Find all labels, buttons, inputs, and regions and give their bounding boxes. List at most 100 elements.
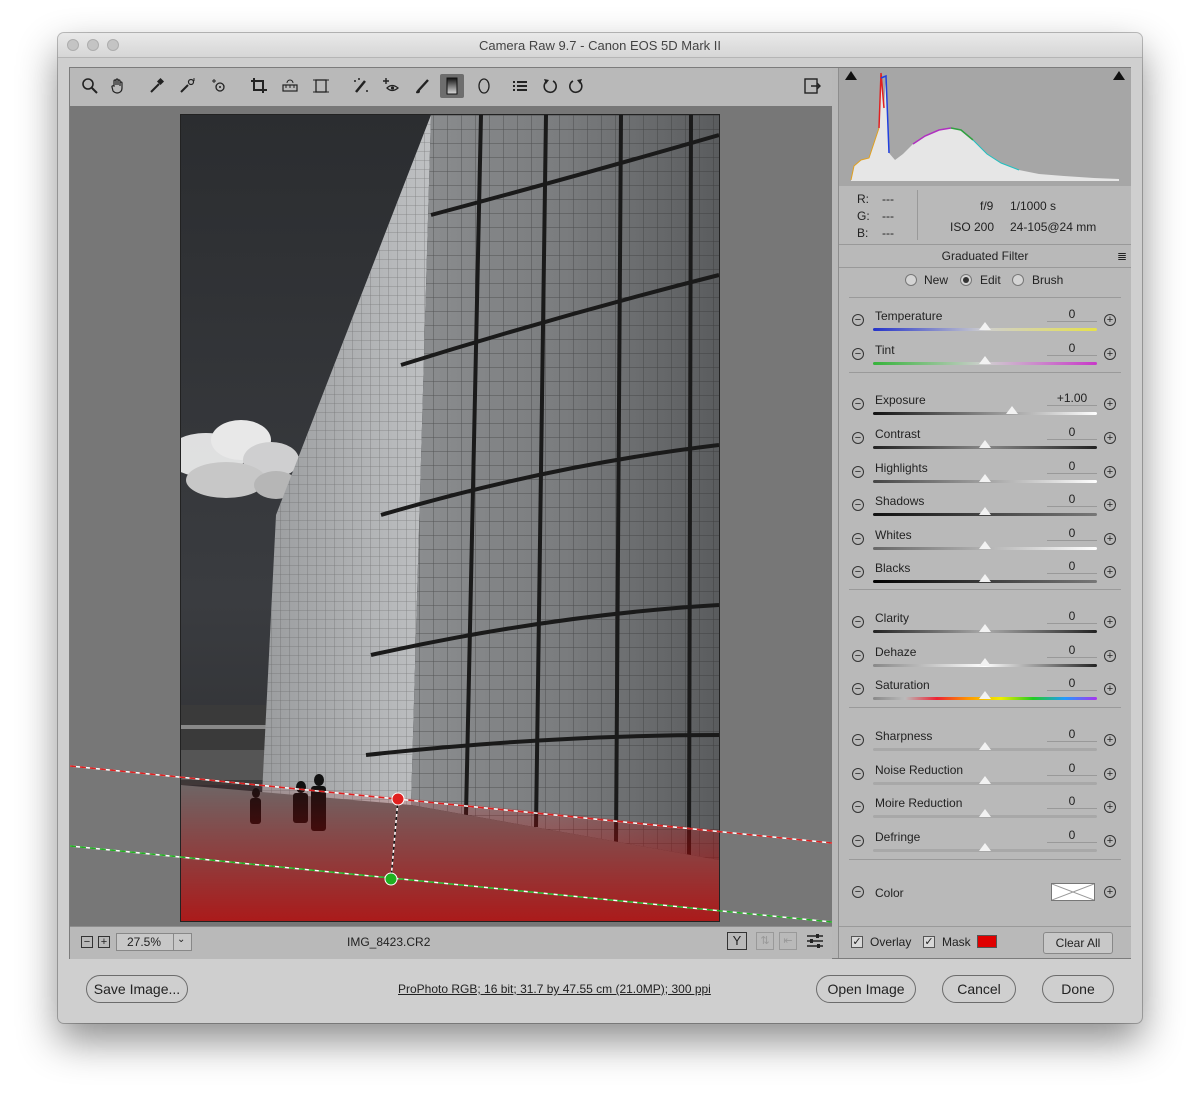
temperature-minus-icon[interactable]: − [852,314,864,326]
whites-value[interactable]: 0 [1047,526,1097,541]
tint-minus-icon[interactable]: − [852,348,864,360]
zoom-out-button[interactable]: − [81,936,93,948]
sharpness-minus-icon[interactable]: − [852,734,864,746]
dehaze-plus-icon[interactable]: + [1104,650,1116,662]
toggle-settings-icon[interactable] [806,932,824,950]
overlay-checkbox[interactable]: ✓ [851,936,863,948]
clarity-plus-icon[interactable]: + [1104,616,1116,628]
straighten-icon[interactable] [280,76,300,96]
color-swatch[interactable] [1051,883,1095,901]
saturation-minus-icon[interactable]: − [852,683,864,695]
rotate-left-icon[interactable] [540,76,560,96]
sharpness-value[interactable]: 0 [1047,727,1097,742]
exposure-plus-icon[interactable]: + [1104,398,1116,410]
blacks-plus-icon[interactable]: + [1104,566,1116,578]
adjustment-brush-icon[interactable] [413,76,433,96]
fullscreen-icon[interactable] [802,76,822,96]
defringe-minus-icon[interactable]: − [852,835,864,847]
saturation-value[interactable]: 0 [1047,676,1097,691]
moire-reduction-plus-icon[interactable]: + [1104,801,1116,813]
color-plus-icon[interactable]: + [1104,886,1116,898]
graduated-filter-overlay[interactable] [70,106,832,926]
clear-all-button[interactable]: Clear All [1043,932,1113,954]
mask-color-swatch[interactable] [977,935,997,948]
preferences-icon[interactable] [510,76,530,96]
spot-removal-icon[interactable] [351,76,371,96]
mask-checkbox[interactable]: ✓ [923,936,935,948]
noise-reduction-value[interactable]: 0 [1047,761,1097,776]
exposure-track[interactable] [873,412,1097,415]
shadows-value[interactable]: 0 [1047,492,1097,507]
noise-reduction-plus-icon[interactable]: + [1104,768,1116,780]
mode-edit-radio[interactable] [960,274,972,286]
shadows-minus-icon[interactable]: − [852,499,864,511]
dehaze-value[interactable]: 0 [1047,643,1097,658]
tint-thumb[interactable] [979,356,991,364]
defringe-plus-icon[interactable]: + [1104,835,1116,847]
moire-reduction-minus-icon[interactable]: − [852,801,864,813]
white-balance-icon[interactable] [147,76,167,96]
transform-icon[interactable] [311,76,331,96]
zoom-level-select[interactable]: 27.5% ⌄ [116,933,192,951]
contrast-plus-icon[interactable]: + [1104,432,1116,444]
mode-brush-radio[interactable] [1012,274,1024,286]
saturation-plus-icon[interactable]: + [1104,683,1116,695]
targeted-adjustment-icon[interactable] [209,76,229,96]
highlights-value[interactable]: 0 [1047,459,1097,474]
clarity-minus-icon[interactable]: − [852,616,864,628]
saturation-thumb[interactable] [979,691,991,699]
shadows-thumb[interactable] [979,507,991,515]
temperature-value[interactable]: 0 [1047,307,1097,322]
copy-settings-icon[interactable]: ⇤ [779,932,797,950]
clarity-value[interactable]: 0 [1047,609,1097,624]
noise-reduction-thumb[interactable] [979,776,991,784]
whites-thumb[interactable] [979,541,991,549]
defringe-thumb[interactable] [979,843,991,851]
color-minus-icon[interactable]: − [852,886,864,898]
whites-minus-icon[interactable]: − [852,533,864,545]
image-canvas[interactable] [70,106,832,926]
temperature-thumb[interactable] [979,322,991,330]
blacks-value[interactable]: 0 [1047,559,1097,574]
cancel-button[interactable]: Cancel [942,975,1016,1003]
exposure-value[interactable]: +1.00 [1047,391,1097,406]
shadows-plus-icon[interactable]: + [1104,499,1116,511]
noise-reduction-minus-icon[interactable]: − [852,768,864,780]
panel-menu-icon[interactable]: ≣ [1117,245,1127,267]
contrast-thumb[interactable] [979,440,991,448]
before-after-toggle-icon[interactable]: Y [727,932,747,950]
highlights-minus-icon[interactable]: − [852,466,864,478]
zoom-icon[interactable] [80,76,100,96]
blacks-minus-icon[interactable]: − [852,566,864,578]
highlights-plus-icon[interactable]: + [1104,466,1116,478]
done-button[interactable]: Done [1042,975,1114,1003]
moire-reduction-value[interactable]: 0 [1047,794,1097,809]
temperature-plus-icon[interactable]: + [1104,314,1116,326]
sharpness-thumb[interactable] [979,742,991,750]
dehaze-minus-icon[interactable]: − [852,650,864,662]
swap-settings-icon[interactable]: ⇅ [756,932,774,950]
moire-reduction-thumb[interactable] [979,809,991,817]
dehaze-thumb[interactable] [979,658,991,666]
clarity-thumb[interactable] [979,624,991,632]
exposure-minus-icon[interactable]: − [852,398,864,410]
whites-plus-icon[interactable]: + [1104,533,1116,545]
tint-plus-icon[interactable]: + [1104,348,1116,360]
tint-value[interactable]: 0 [1047,341,1097,356]
graduated-filter-icon[interactable] [440,74,464,98]
red-eye-icon[interactable] [381,76,401,96]
hand-icon[interactable] [108,76,128,96]
sharpness-plus-icon[interactable]: + [1104,734,1116,746]
contrast-minus-icon[interactable]: − [852,432,864,444]
highlights-thumb[interactable] [979,474,991,482]
radial-filter-icon[interactable] [474,76,494,96]
exposure-thumb[interactable] [1005,406,1018,414]
mode-new-radio[interactable] [905,274,917,286]
save-image-button[interactable]: Save Image... [86,975,188,1003]
defringe-value[interactable]: 0 [1047,828,1097,843]
rotate-right-icon[interactable] [566,76,586,96]
contrast-value[interactable]: 0 [1047,425,1097,440]
blacks-thumb[interactable] [979,574,991,582]
color-sampler-icon[interactable] [177,76,197,96]
zoom-in-button[interactable]: + [98,936,110,948]
